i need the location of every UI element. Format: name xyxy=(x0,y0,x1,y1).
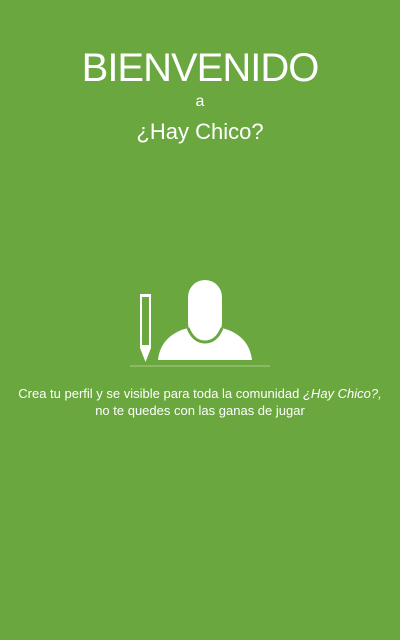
welcome-connector: a xyxy=(195,93,205,110)
welcome-title: BIENVENIDO xyxy=(81,46,320,90)
pencil-icon xyxy=(140,294,151,362)
description-line1: Crea tu perfil y se visible para toda la… xyxy=(18,386,303,401)
description-line2: no te quedes con las ganas de jugar xyxy=(95,403,305,418)
profile-pencil-icon xyxy=(130,280,270,367)
user-icon xyxy=(158,280,252,360)
welcome-screen: BIENVENIDO a ¿Hay Chico? Crea tu perfil … xyxy=(0,0,400,640)
app-name: ¿Hay Chico? xyxy=(136,119,264,144)
welcome-description: Crea tu perfil y se visible para toda la… xyxy=(12,385,388,419)
description-app-name: ¿Hay Chico?, xyxy=(302,386,382,401)
